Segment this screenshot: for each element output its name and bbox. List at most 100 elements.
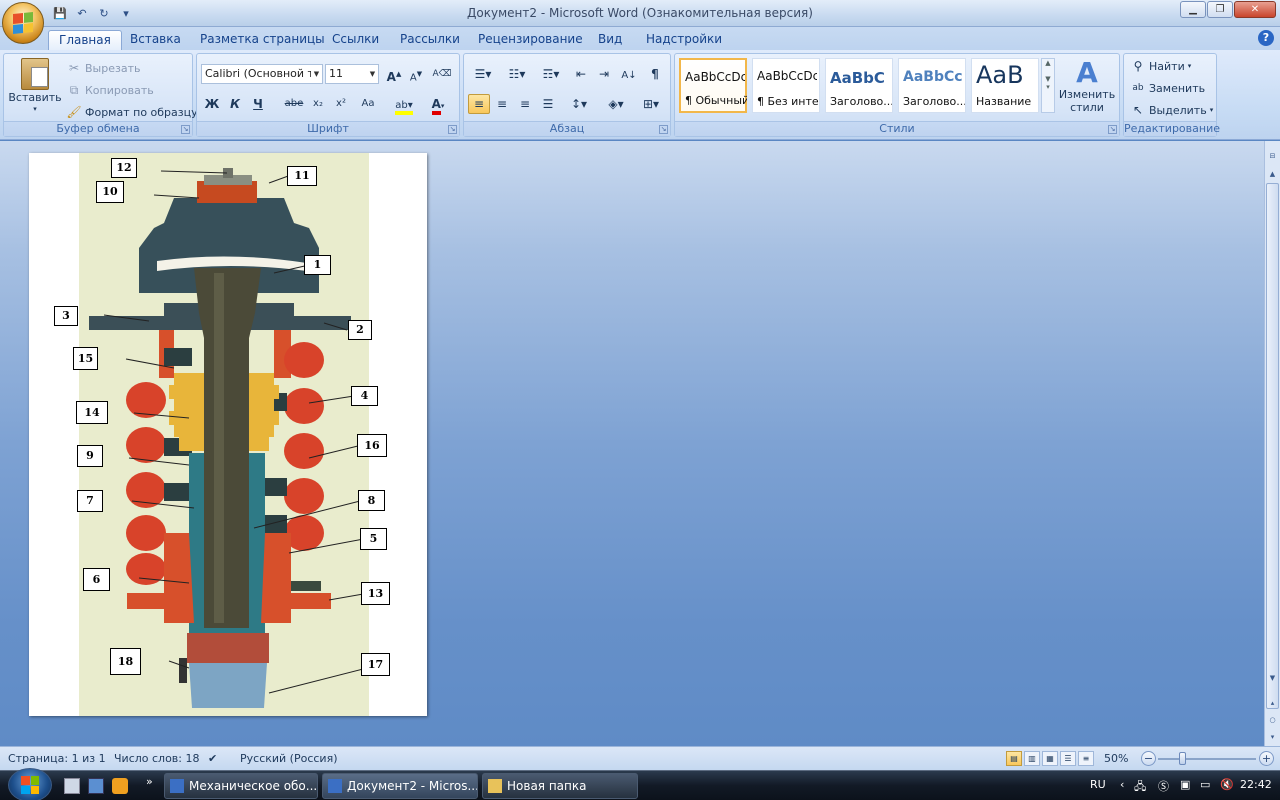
- change-styles-button[interactable]: A Изменить стили: [1058, 58, 1116, 115]
- language-bar[interactable]: RU: [1090, 778, 1106, 791]
- line-spacing-button[interactable]: ↕▾: [564, 94, 594, 114]
- multilevel-list-button[interactable]: ☶▾: [536, 64, 566, 84]
- close-button[interactable]: ✕: [1234, 1, 1276, 18]
- tab-mailings[interactable]: Рассылки: [390, 30, 470, 51]
- shading-button[interactable]: ◈▾: [600, 94, 632, 114]
- media-player-icon[interactable]: [112, 778, 128, 794]
- underline-button[interactable]: Ч: [247, 94, 269, 114]
- font-family-select[interactable]: Calibri (Основной те ▼: [201, 64, 323, 84]
- tab-review[interactable]: Рецензирование: [468, 30, 593, 51]
- zoom-out-button[interactable]: −: [1141, 751, 1156, 766]
- network-icon[interactable]: 🖧: [1134, 778, 1146, 797]
- restore-button[interactable]: ❐: [1207, 1, 1233, 18]
- vertical-scrollbar[interactable]: ⊟ ▲ ▼ ▴ ○ ▾: [1264, 141, 1280, 746]
- draft-view-icon[interactable]: ≡: [1078, 751, 1094, 766]
- zoom-in-button[interactable]: +: [1259, 751, 1274, 766]
- show-desktop-icon[interactable]: [64, 778, 80, 794]
- show-marks-button[interactable]: ¶: [644, 64, 666, 84]
- select-button[interactable]: ↖ Выделить ▾: [1130, 102, 1213, 118]
- tab-page-layout[interactable]: Разметка страницы: [190, 30, 335, 51]
- tab-view[interactable]: Вид: [588, 30, 632, 51]
- strikethrough-button[interactable]: abe: [283, 94, 305, 114]
- zoom-slider-thumb[interactable]: [1179, 752, 1186, 765]
- shrink-font-button[interactable]: A▼: [405, 64, 427, 84]
- tab-insert[interactable]: Вставка: [120, 30, 191, 51]
- word-count[interactable]: Число слов: 18: [114, 752, 200, 765]
- find-button[interactable]: ⚲ Найти ▾: [1130, 58, 1192, 74]
- scroll-thumb[interactable]: [1266, 183, 1279, 709]
- help-icon[interactable]: ?: [1258, 30, 1274, 46]
- document-page[interactable]: 12 11 10 1 3 2 15 4 14 16 9 7 8 5 6 13 1…: [29, 153, 427, 716]
- style-heading-2[interactable]: AaBbCc Заголово...: [898, 58, 966, 113]
- cut-button[interactable]: ✂ Вырезать: [66, 60, 141, 76]
- style-no-spacing[interactable]: AaBbCcDc¶ Без инте...: [752, 58, 820, 113]
- figure-label: 16: [357, 434, 387, 457]
- bullets-button[interactable]: ☰▾: [468, 64, 498, 84]
- align-center-button[interactable]: ≡: [491, 94, 513, 114]
- tab-home[interactable]: Главная: [48, 30, 122, 51]
- styles-scroll[interactable]: ▲ ▼ ▾: [1041, 58, 1055, 113]
- tray-expand-icon[interactable]: ‹: [1120, 778, 1124, 791]
- proofing-icon[interactable]: ✔: [208, 752, 217, 765]
- highlight-button[interactable]: ab▾: [389, 94, 419, 115]
- taskbar-item[interactable]: Новая папка: [482, 773, 638, 799]
- next-page-icon[interactable]: ▾: [1266, 730, 1279, 744]
- paste-button[interactable]: Вставить ▾: [8, 58, 62, 113]
- monitor-icon[interactable]: ▭: [1200, 778, 1210, 791]
- change-case-button[interactable]: Aa: [354, 94, 382, 114]
- volume-icon[interactable]: 🔇: [1220, 778, 1234, 791]
- figure-label: 6: [83, 568, 110, 591]
- outline-view-icon[interactable]: ☰: [1060, 751, 1076, 766]
- language-indicator[interactable]: Русский (Россия): [240, 752, 338, 765]
- font-launcher-icon[interactable]: ↘: [448, 125, 457, 134]
- align-left-button[interactable]: ≡: [468, 94, 490, 114]
- clipboard-launcher-icon[interactable]: ↘: [181, 125, 190, 134]
- styles-launcher-icon[interactable]: ↘: [1108, 125, 1117, 134]
- flash-icon[interactable]: ▣: [1180, 778, 1190, 791]
- replace-button[interactable]: ab Заменить: [1130, 80, 1205, 96]
- browse-object-icon[interactable]: ○: [1266, 713, 1279, 727]
- minimize-button[interactable]: ▁: [1180, 1, 1206, 18]
- tab-references[interactable]: Ссылки: [322, 30, 389, 51]
- previous-page-icon[interactable]: ▴: [1266, 696, 1279, 710]
- numbering-button[interactable]: ☷▾: [502, 64, 532, 84]
- ruler-toggle-icon[interactable]: ⊟: [1266, 149, 1279, 163]
- scroll-down-icon[interactable]: ▼: [1266, 671, 1279, 685]
- zoom-slider[interactable]: [1158, 758, 1256, 760]
- style-normal[interactable]: AaBbCcDc ¶ Обычный: [679, 58, 747, 113]
- subscript-button[interactable]: x₂: [307, 94, 329, 114]
- page-count[interactable]: Страница: 1 из 1: [8, 752, 106, 765]
- print-layout-view-icon[interactable]: ▤: [1006, 751, 1022, 766]
- clock[interactable]: 22:42: [1240, 778, 1272, 791]
- full-screen-reading-icon[interactable]: ▥: [1024, 751, 1040, 766]
- style-title[interactable]: AaB Название: [971, 58, 1039, 113]
- superscript-button[interactable]: x²: [330, 94, 352, 114]
- font-size-select[interactable]: 11 ▼: [325, 64, 379, 84]
- quick-launch-more-icon[interactable]: »: [146, 775, 153, 788]
- zoom-level[interactable]: 50%: [1104, 752, 1128, 765]
- scroll-up-icon[interactable]: ▲: [1266, 167, 1279, 181]
- decrease-indent-button[interactable]: ⇤: [570, 64, 592, 84]
- clear-format-icon[interactable]: A⌫: [431, 64, 453, 84]
- borders-button[interactable]: ⊞▾: [636, 94, 666, 114]
- skype-icon[interactable]: Ⓢ: [1158, 778, 1169, 794]
- format-painter-button[interactable]: 🖌 Формат по образцу: [66, 104, 197, 120]
- italic-button[interactable]: К: [224, 94, 246, 114]
- start-button[interactable]: [8, 768, 52, 800]
- justify-button[interactable]: ☰: [537, 94, 559, 114]
- bold-button[interactable]: Ж: [201, 94, 223, 114]
- office-button[interactable]: [2, 2, 44, 44]
- switch-windows-icon[interactable]: [88, 778, 104, 794]
- style-heading-1[interactable]: AaBbC Заголово...: [825, 58, 893, 113]
- sort-button[interactable]: A↓: [618, 64, 640, 84]
- grow-font-button[interactable]: A▲: [383, 64, 405, 84]
- web-layout-icon[interactable]: ▦: [1042, 751, 1058, 766]
- copy-button[interactable]: ⧉ Копировать: [66, 82, 154, 98]
- taskbar-item[interactable]: Механическое обо...: [164, 773, 318, 799]
- font-color-button[interactable]: A▾: [423, 94, 453, 115]
- paragraph-launcher-icon[interactable]: ↘: [659, 125, 668, 134]
- align-right-button[interactable]: ≡: [514, 94, 536, 114]
- increase-indent-button[interactable]: ⇥: [593, 64, 615, 84]
- tab-addins[interactable]: Надстройки: [636, 30, 732, 51]
- taskbar-item-active[interactable]: Документ2 - Micros...: [322, 773, 478, 799]
